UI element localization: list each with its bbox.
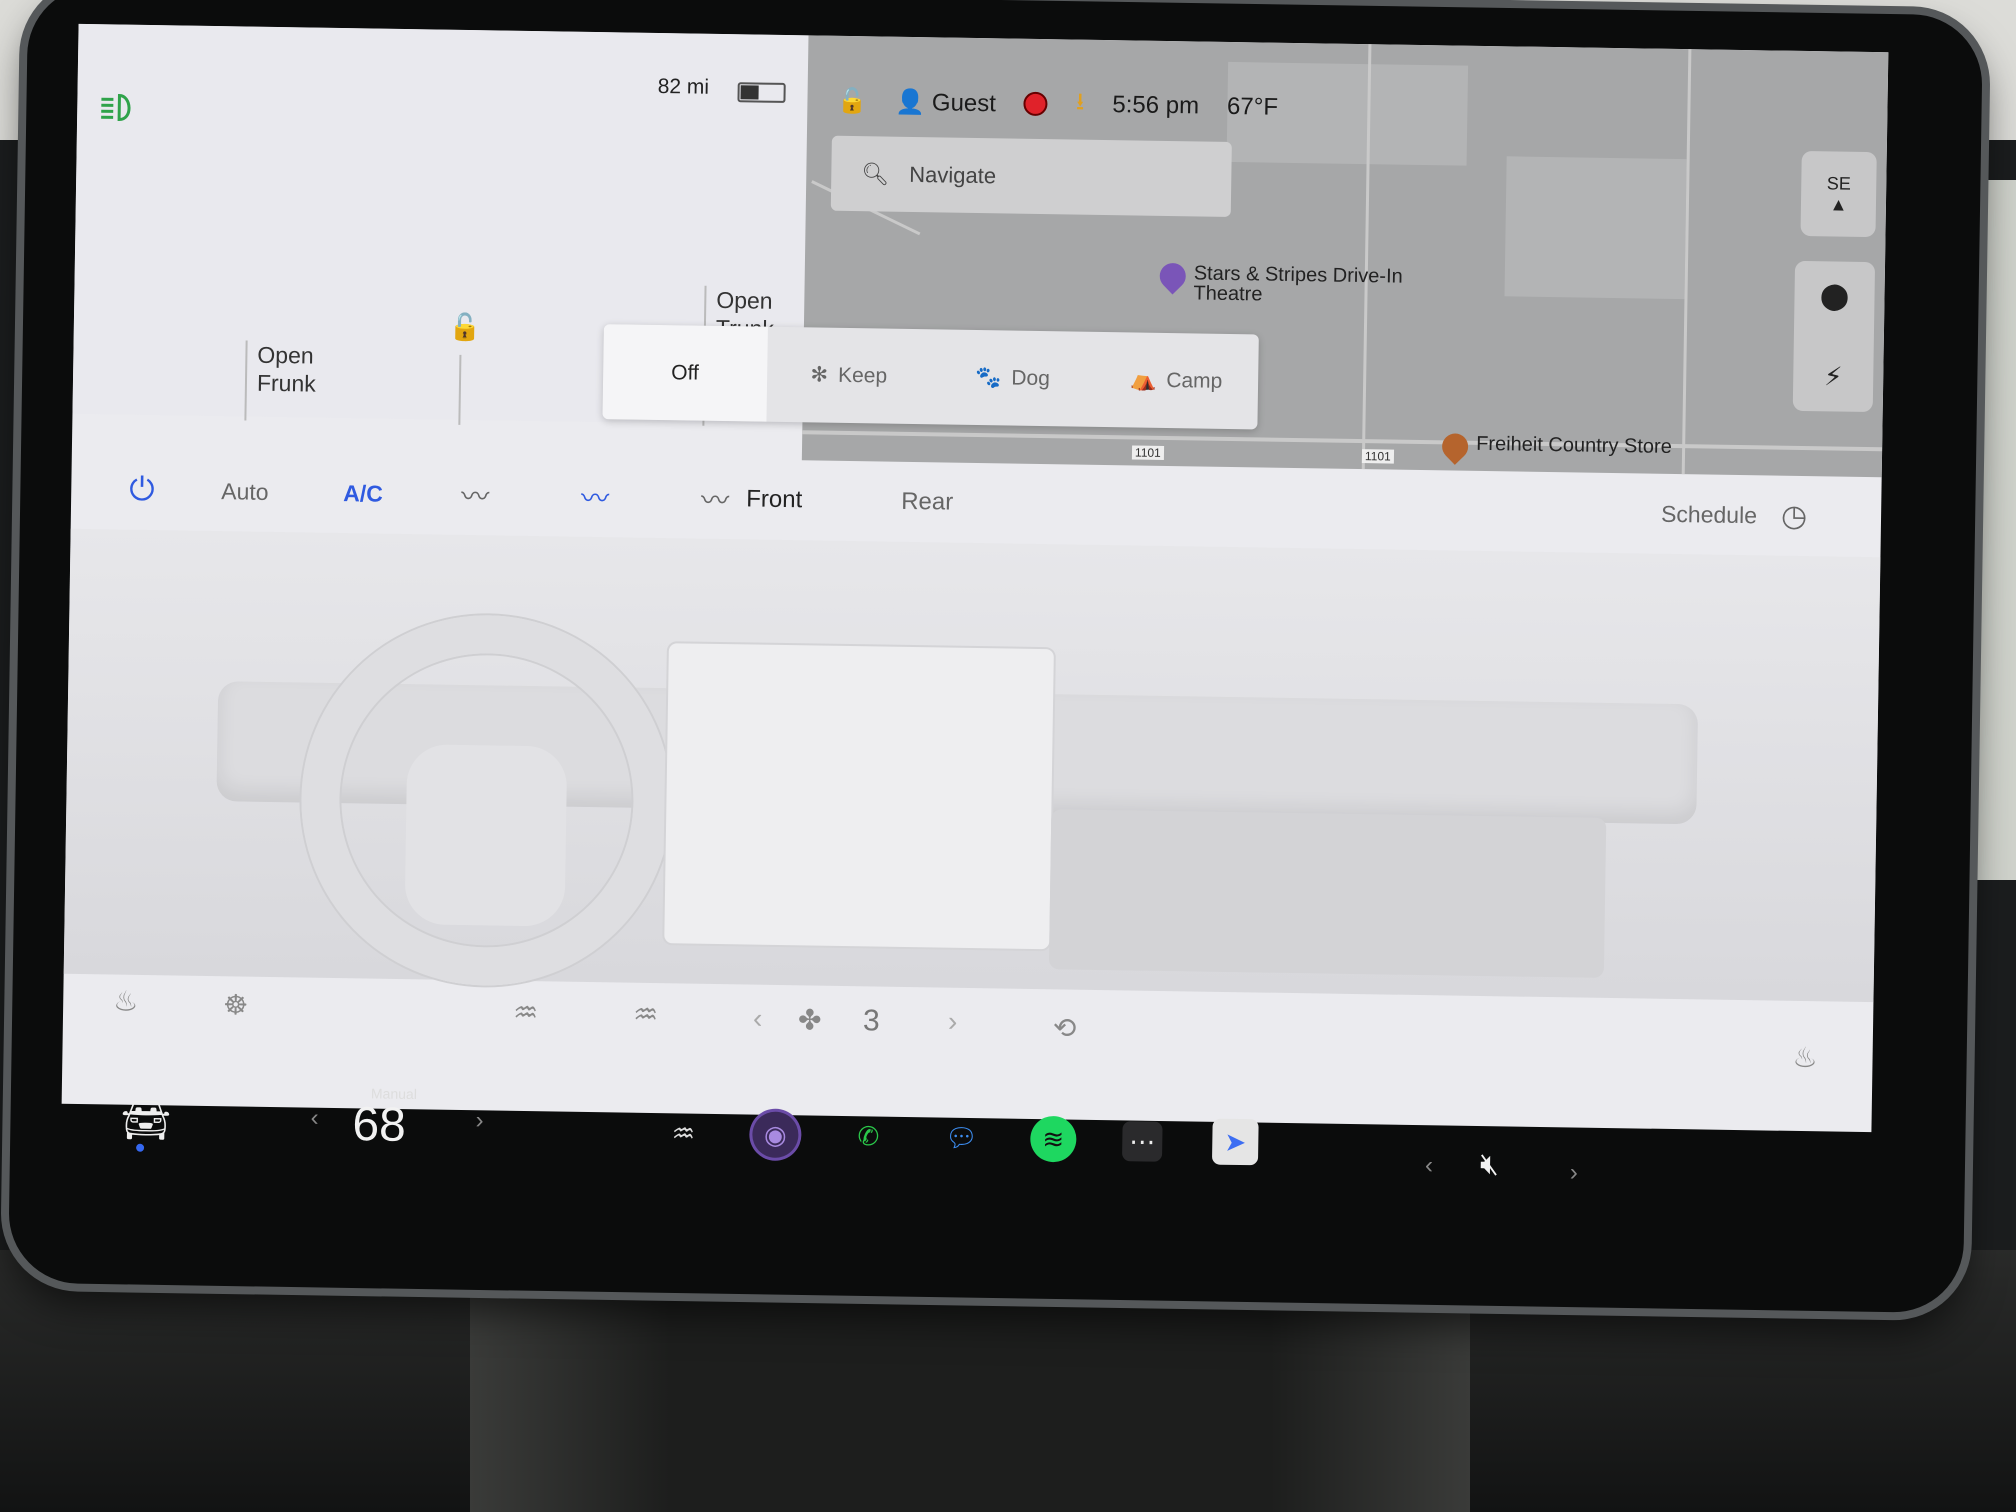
compass-button[interactable]: SE ▲ (1800, 150, 1877, 238)
map-pin-icon[interactable]: ⬤ (1820, 280, 1850, 311)
driver-seat-heater-icon[interactable]: ♨ (113, 985, 139, 1018)
headlights-icon[interactable] (99, 92, 139, 123)
front-defrost-icon[interactable]: ♒ (513, 996, 539, 1029)
lock-divider (458, 354, 462, 425)
road-shield: 1101 (1361, 449, 1394, 464)
mode-dog-button[interactable]: 🐾 Dog (930, 329, 1095, 427)
mode-keep-button[interactable]: ✻ Keep (766, 327, 931, 425)
range-text: 82 mi (657, 74, 710, 99)
mute-icon[interactable]: 🔇︎ (1480, 1148, 1499, 1182)
clock-time: 5:56 pm (1112, 91, 1200, 120)
frunk-label-frunk: Frunk (256, 369, 316, 397)
more-apps-icon[interactable]: ⋯ (1121, 1121, 1163, 1162)
auto-button[interactable]: Auto (221, 478, 269, 506)
climate-power-icon[interactable]: ⏻ (129, 471, 155, 509)
rear-defrost-icon[interactable]: ♒ (633, 998, 659, 1031)
touchscreen: 82 mi Open Frunk 🔓 Open Trunk Stars & St… (61, 23, 1889, 1133)
navigate-placeholder: Navigate (909, 161, 997, 188)
open-frunk-button[interactable]: Open Frunk (244, 340, 317, 422)
schedule-button[interactable]: Schedule (1661, 500, 1757, 529)
fan-speed-value: 3 (862, 1004, 880, 1038)
navigation-app-icon[interactable]: ➤ (1211, 1118, 1259, 1166)
fan-increase-button[interactable]: › (948, 1006, 958, 1038)
download-icon[interactable]: ⭳ (1076, 84, 1085, 125)
compass-heading: SE (1826, 172, 1851, 194)
airflow-face-icon[interactable]: 〰 (461, 475, 490, 515)
poi-country-store[interactable]: Freiheit Country Store (1436, 428, 1672, 465)
mode-keep-label: Keep (837, 363, 888, 388)
poi-label: Stars & Stripes Drive-In Theatre (1193, 262, 1403, 306)
cabin-airflow-view[interactable] (63, 528, 1881, 1003)
cabin-temperature[interactable]: 68 (352, 1097, 406, 1153)
phone-icon[interactable]: ✆ (845, 1113, 892, 1160)
navigation-arrow-icon: ▲ (1829, 193, 1848, 215)
steering-wheel-heater-icon[interactable]: ☸ (223, 988, 249, 1021)
fan-icon: ✤ (797, 1004, 822, 1036)
temp-increase-button[interactable]: › (475, 1107, 483, 1135)
glovebox-render (1048, 809, 1607, 978)
dashcam-record-icon[interactable] (1023, 91, 1049, 117)
mode-camp-label: Camp (1166, 368, 1223, 393)
status-bar: 🔓 👤 Guest ⭳ 5:56 pm 67°F (837, 76, 1278, 133)
tent-icon: ⛺ (1129, 367, 1157, 392)
profile-name: Guest (931, 88, 997, 117)
mode-off-label: Off (671, 360, 700, 385)
fan-mode-icon: ✻ (810, 363, 829, 387)
paw-icon: 🐾 (975, 365, 1002, 389)
map-road (802, 430, 1883, 452)
navigate-search[interactable]: 🔍︎ Navigate (830, 135, 1232, 217)
map-area (1504, 156, 1687, 300)
poi-name-line2: Theatre (1193, 282, 1263, 306)
road-shield: 1101 (1131, 445, 1164, 460)
climate-keeper-popup: Off ✻ Keep 🐾 Dog ⛺ Camp (602, 324, 1259, 430)
airflow-feet-icon[interactable]: 〰 (581, 477, 610, 517)
defrost-icon[interactable]: ♒ (660, 1110, 707, 1157)
airflow-face-feet-icon[interactable]: 〰 (701, 479, 730, 519)
tab-front[interactable]: Front (746, 485, 802, 514)
volume-down-button[interactable]: ‹ (1425, 1152, 1433, 1180)
camera-icon[interactable]: ◉ (752, 1111, 799, 1159)
center-screen-render (664, 643, 1054, 950)
recirculate-icon[interactable]: ⟲ (1053, 1011, 1077, 1044)
search-icon: 🔍︎ (861, 160, 890, 187)
spotify-icon[interactable]: ≋ (1029, 1115, 1077, 1163)
tab-rear[interactable]: Rear (901, 488, 953, 517)
mode-dog-label: Dog (1011, 366, 1051, 390)
battery-icon (737, 82, 786, 103)
trunk-label-open: Open (716, 286, 773, 314)
lock-status-icon[interactable]: 🔓 (837, 86, 867, 115)
fan-decrease-button[interactable]: ‹ (753, 1003, 763, 1035)
poi-drive-in-theatre[interactable]: Stars & Stripes Drive-In Theatre (1154, 257, 1403, 307)
poi-label: Freiheit Country Store (1475, 432, 1672, 458)
passenger-seat-heater-icon[interactable]: ♨ (1792, 1041, 1818, 1074)
map-controls: ⬤ ⚡ (1792, 260, 1876, 413)
messages-icon[interactable]: 💬︎ (938, 1114, 985, 1161)
mode-off-button[interactable]: Off (602, 324, 768, 422)
clock-icon[interactable]: ◷ (1781, 498, 1808, 533)
volume-up-button[interactable]: › (1570, 1159, 1578, 1187)
ac-button[interactable]: A/C (343, 480, 383, 508)
profile-button[interactable]: 👤 Guest (895, 87, 996, 118)
active-indicator (136, 1143, 145, 1152)
mode-camp-button[interactable]: ⛺ Camp (1094, 332, 1259, 430)
car-icon[interactable]: 🚘︎ (120, 1096, 172, 1144)
frunk-label-open: Open (257, 341, 314, 369)
steering-hub-render (404, 744, 568, 927)
temp-decrease-button[interactable]: ‹ (310, 1104, 318, 1132)
outside-temperature: 67°F (1226, 92, 1279, 121)
restaurant-pin-icon (1436, 428, 1474, 465)
charging-icon[interactable]: ⚡ (1824, 361, 1843, 392)
unlock-icon[interactable]: 🔓 (449, 312, 482, 344)
theatre-pin-icon (1154, 257, 1192, 295)
